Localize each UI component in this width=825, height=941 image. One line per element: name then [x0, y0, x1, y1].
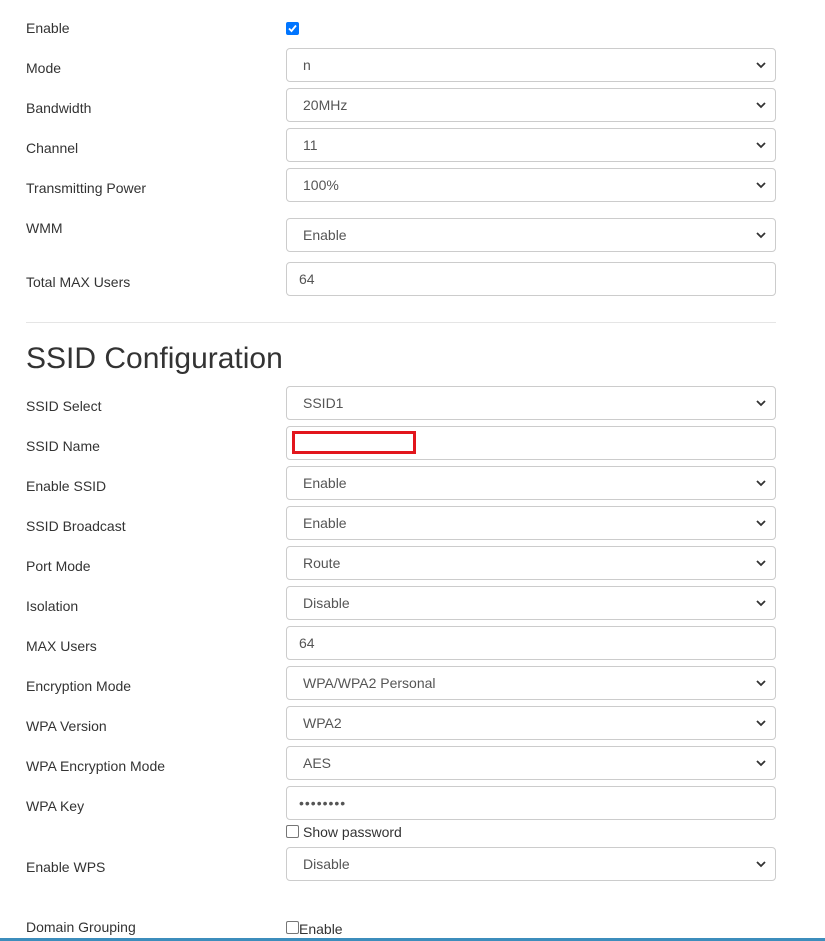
redaction-box — [292, 431, 416, 454]
section-divider — [26, 322, 776, 323]
tx-power-value: 100% — [303, 177, 339, 193]
ssid-select-value: SSID1 — [303, 395, 344, 411]
encryption-mode-value: WPA/WPA2 Personal — [303, 675, 436, 691]
wpa-enc-mode-label: WPA Encryption Mode — [26, 758, 166, 774]
chevron-down-icon — [755, 517, 767, 529]
total-max-users-input[interactable]: 64 — [286, 262, 776, 296]
wpa-version-select[interactable]: WPA2 — [286, 706, 776, 740]
encryption-mode-select[interactable]: WPA/WPA2 Personal — [286, 666, 776, 700]
channel-value: 11 — [303, 137, 318, 153]
chevron-down-icon — [755, 477, 767, 489]
wmm-label: WMM — [26, 220, 63, 236]
wmm-select[interactable]: Enable — [286, 218, 776, 252]
isolation-label: Isolation — [26, 598, 79, 614]
bandwidth-value: 20MHz — [303, 97, 348, 113]
tx-power-select[interactable]: 100% — [286, 168, 776, 202]
isolation-select[interactable]: Disable — [286, 586, 776, 620]
total-max-users-label: Total MAX Users — [26, 274, 131, 290]
wpa-version-label: WPA Version — [26, 718, 107, 734]
section-heading: SSID Configuration — [26, 342, 283, 375]
enable-ssid-value: Enable — [303, 475, 347, 491]
enable-label: Enable — [26, 20, 70, 36]
port-mode-label: Port Mode — [26, 558, 91, 574]
isolation-value: Disable — [303, 595, 350, 611]
port-mode-select[interactable]: Route — [286, 546, 776, 580]
show-password-checkbox[interactable] — [286, 825, 299, 838]
ssid-select-label: SSID Select — [26, 398, 102, 414]
mode-label: Mode — [26, 60, 62, 76]
chevron-down-icon — [755, 557, 767, 569]
wpa-enc-mode-value: AES — [303, 755, 332, 771]
chevron-down-icon — [755, 597, 767, 609]
enable-ssid-label: Enable SSID — [26, 478, 107, 494]
chevron-down-icon — [755, 397, 767, 409]
chevron-down-icon — [755, 59, 767, 71]
ssid-name-label: SSID Name — [26, 438, 100, 454]
chevron-down-icon — [755, 757, 767, 769]
ssid-broadcast-value: Enable — [303, 515, 347, 531]
ssid-broadcast-select[interactable]: Enable — [286, 506, 776, 540]
chevron-down-icon — [755, 858, 767, 870]
enable-wps-select[interactable]: Disable — [286, 847, 776, 881]
bandwidth-select[interactable]: 20MHz — [286, 88, 776, 122]
channel-label: Channel — [26, 140, 79, 156]
domain-grouping-label: Domain Grouping — [26, 919, 136, 935]
wpa-key-label: WPA Key — [26, 798, 85, 814]
enable-ssid-select[interactable]: Enable — [286, 466, 776, 500]
ssid-broadcast-label: SSID Broadcast — [26, 518, 126, 534]
chevron-down-icon — [755, 229, 767, 241]
total-max-users-value: 64 — [299, 271, 315, 287]
wpa-key-input[interactable]: •••••••• — [286, 786, 776, 820]
show-password-label: Show password — [303, 824, 402, 840]
enable-wps-value: Disable — [303, 856, 350, 872]
check-icon — [288, 24, 297, 33]
chevron-down-icon — [755, 677, 767, 689]
bandwidth-label: Bandwidth — [26, 100, 92, 116]
enable-checkbox[interactable] — [286, 22, 299, 35]
chevron-down-icon — [755, 179, 767, 191]
wpa-version-value: WPA2 — [303, 715, 342, 731]
tx-power-label: Transmitting Power — [26, 180, 147, 196]
max-users-value: 64 — [299, 635, 315, 651]
wpa-key-value: •••••••• — [299, 795, 347, 811]
wmm-value: Enable — [303, 227, 347, 243]
domain-grouping-checkbox[interactable] — [286, 921, 299, 934]
max-users-input[interactable]: 64 — [286, 626, 776, 660]
chevron-down-icon — [755, 717, 767, 729]
enable-wps-label: Enable WPS — [26, 859, 106, 875]
max-users-label: MAX Users — [26, 638, 97, 654]
mode-select[interactable]: n — [286, 48, 776, 82]
mode-value: n — [303, 57, 311, 73]
port-mode-value: Route — [303, 555, 341, 571]
channel-select[interactable]: 11 — [286, 128, 776, 162]
wpa-enc-mode-select[interactable]: AES — [286, 746, 776, 780]
encryption-mode-label: Encryption Mode — [26, 678, 132, 694]
domain-grouping-enable-label: Enable — [299, 921, 343, 937]
chevron-down-icon — [755, 99, 767, 111]
ssid-select[interactable]: SSID1 — [286, 386, 776, 420]
chevron-down-icon — [755, 139, 767, 151]
